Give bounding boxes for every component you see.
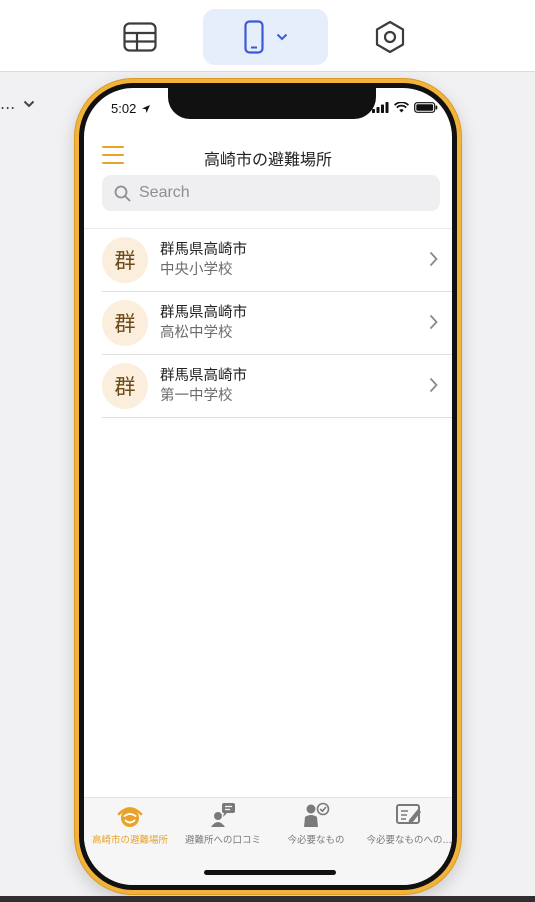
tab-needs-reply[interactable]: 今必要なものへの... xyxy=(363,802,452,846)
table-view-button[interactable] xyxy=(112,9,168,65)
home-indicator xyxy=(204,870,336,875)
table-icon xyxy=(123,22,157,52)
list-item[interactable]: 群 群馬県高崎市 第一中学校 xyxy=(102,355,452,418)
tab-reviews[interactable]: 避難所への口コミ xyxy=(177,802,269,846)
avatar: 群 xyxy=(102,300,148,346)
crumb-text: ... xyxy=(0,94,16,113)
wifi-icon xyxy=(394,102,409,113)
status-bar-indicators xyxy=(372,102,438,113)
shelter-icon xyxy=(117,807,143,827)
battery-icon xyxy=(414,102,438,113)
chevron-right-icon xyxy=(429,251,438,267)
phone-icon xyxy=(243,20,264,54)
avatar: 群 xyxy=(102,363,148,409)
chat-person-icon xyxy=(211,803,235,827)
signal-icon xyxy=(372,102,389,113)
nav-header: 高崎市の避難場所 xyxy=(84,136,452,176)
tab-label: 避難所への口コミ xyxy=(184,835,261,846)
chevron-right-icon xyxy=(429,314,438,330)
phone-frame: 5:02 高崎市の避難場所 Search 群 群馬県高崎市 中央小学校 群 群馬… xyxy=(75,79,461,894)
chevron-down-icon xyxy=(24,100,35,107)
phone-bezel: 5:02 高崎市の避難場所 Search 群 群馬県高崎市 中央小学校 群 群馬… xyxy=(79,83,457,890)
search-input[interactable] xyxy=(139,184,419,202)
tab-label: 今必要なものへの... xyxy=(366,835,452,846)
phone-notch xyxy=(168,88,376,119)
hexagon-settings-icon xyxy=(375,20,405,54)
location-arrow-icon xyxy=(142,104,151,113)
left-panel-crumb[interactable]: ... xyxy=(0,94,35,113)
chevron-down-icon xyxy=(276,33,287,41)
chevron-right-icon xyxy=(429,377,438,393)
item-title: 群馬県高崎市 xyxy=(160,242,247,258)
tab-label: 高崎市の避難場所 xyxy=(91,835,168,846)
tab-needs[interactable]: 今必要なもの xyxy=(270,802,362,846)
list-item[interactable]: 群 群馬県高崎市 中央小学校 xyxy=(102,229,452,292)
phone-screen: 5:02 高崎市の避難場所 Search 群 群馬県高崎市 中央小学校 群 群馬… xyxy=(84,88,452,885)
settings-button[interactable] xyxy=(362,9,418,65)
item-subtitle: 第一中学校 xyxy=(160,388,233,404)
page-title: 高崎市の避難場所 xyxy=(203,150,332,169)
list-item[interactable]: 群 群馬県高崎市 高松中学校 xyxy=(102,292,452,355)
item-subtitle: 高松中学校 xyxy=(160,325,233,341)
tab-shelters[interactable]: 高崎市の避難場所 xyxy=(84,802,176,846)
status-bar-time: 5:02 xyxy=(111,101,151,116)
avatar: 群 xyxy=(102,237,148,283)
tab-label: 今必要なもの xyxy=(287,835,345,846)
bottom-tab-bar: 高崎市の避難場所 避難所への口コミ 今必要なもの 今必要なものへの... xyxy=(84,797,452,885)
shelter-list: 群 群馬県高崎市 中央小学校 群 群馬県高崎市 高松中学校 群 群馬県高崎市 第… xyxy=(84,228,452,418)
status-time-text: 5:02 xyxy=(111,101,137,116)
search-icon xyxy=(114,185,131,201)
bottom-strip xyxy=(0,896,535,902)
board-edit-icon xyxy=(396,804,421,824)
person-check-icon xyxy=(304,802,330,827)
device-preview-button[interactable] xyxy=(203,9,328,65)
item-title: 群馬県高崎市 xyxy=(160,368,247,384)
item-title: 群馬県高崎市 xyxy=(160,305,247,321)
search-bar[interactable] xyxy=(102,175,440,211)
top-toolbar xyxy=(0,0,535,72)
item-subtitle: 中央小学校 xyxy=(160,262,233,278)
